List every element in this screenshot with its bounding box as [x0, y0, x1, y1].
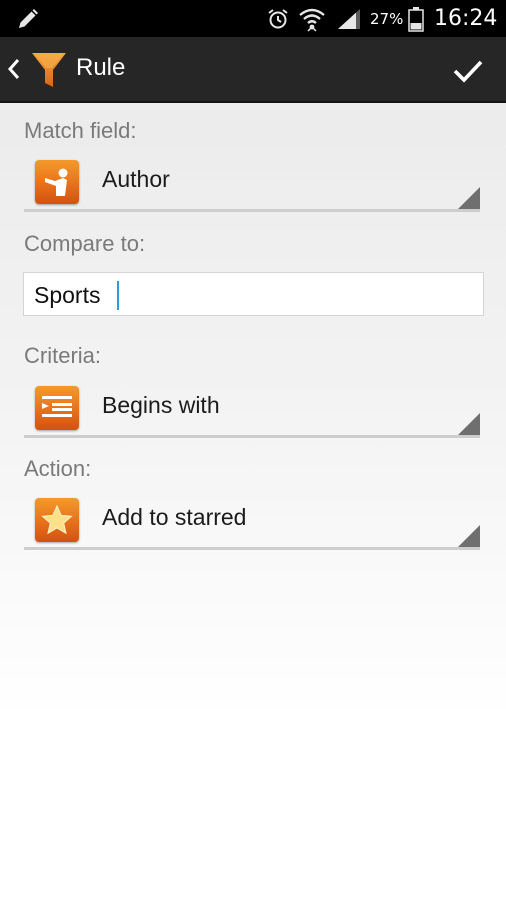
criteria-label: Criteria: — [24, 343, 102, 368]
dropdown-corner-icon — [458, 187, 480, 209]
wifi-icon — [298, 0, 326, 37]
funnel-icon[interactable] — [30, 50, 68, 90]
check-icon[interactable] — [446, 51, 490, 91]
spinner-underline — [24, 547, 480, 550]
action-label: Action: — [24, 456, 92, 481]
clock-time: 16:24 — [434, 6, 498, 31]
criteria-spinner[interactable]: Begins with — [24, 378, 482, 438]
dropdown-corner-icon — [458, 525, 480, 547]
match-field-value: Author — [102, 166, 170, 192]
spinner-underline — [24, 209, 480, 212]
compare-to-input[interactable]: Sports — [23, 272, 484, 316]
action-value: Add to starred — [102, 504, 247, 530]
signal-icon — [336, 0, 362, 37]
action-spinner[interactable]: Add to starred — [24, 490, 482, 550]
status-bar: 27% 16:24 — [0, 0, 506, 37]
match-field-label: Match field: — [24, 118, 137, 143]
action-bar: Rule — [0, 37, 506, 103]
battery-percent: 27% — [370, 9, 404, 28]
chevron-left-icon[interactable] — [4, 55, 24, 83]
star-icon — [35, 498, 79, 542]
battery-icon — [408, 0, 424, 37]
spinner-underline — [24, 435, 480, 438]
dropdown-corner-icon — [458, 413, 480, 435]
compare-to-label: Compare to: — [24, 231, 146, 256]
match-field-spinner[interactable]: Author — [24, 152, 482, 212]
compare-to-value: Sports — [34, 282, 101, 308]
indent-list-icon — [35, 386, 79, 430]
page-title: Rule — [76, 54, 126, 81]
alarm-icon — [266, 0, 290, 37]
person-icon — [35, 160, 79, 204]
edit-icon — [16, 0, 40, 37]
criteria-value: Begins with — [102, 392, 220, 418]
text-cursor — [117, 281, 119, 310]
